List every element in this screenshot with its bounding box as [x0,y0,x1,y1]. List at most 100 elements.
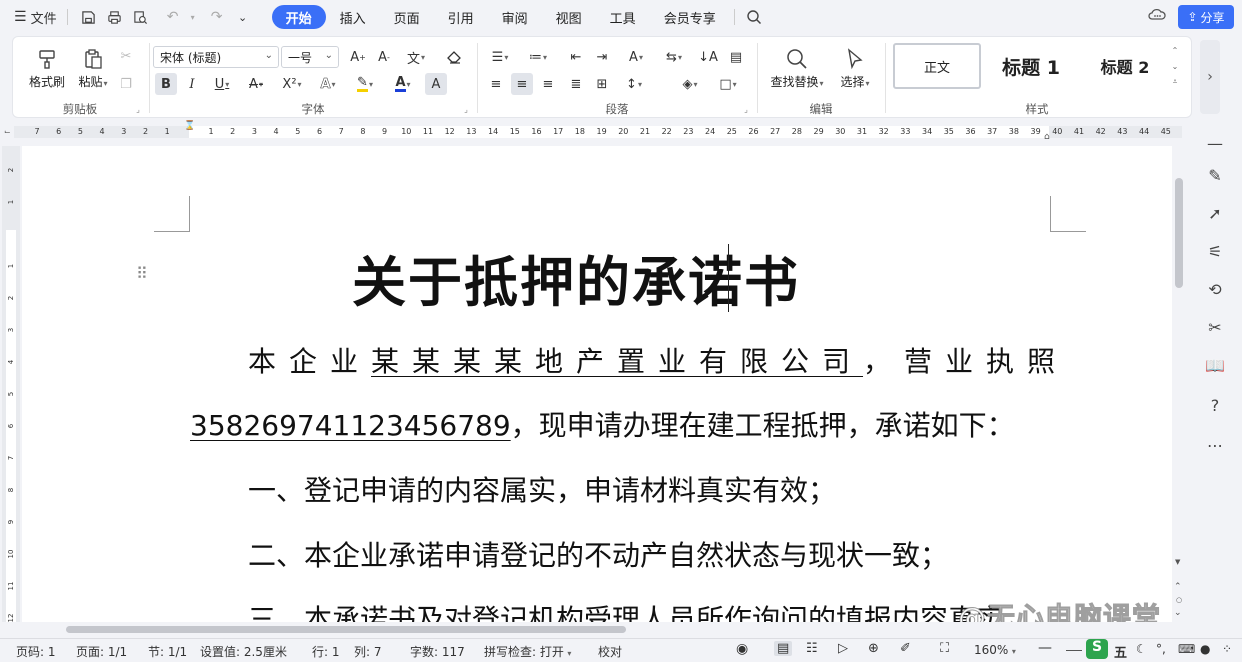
increase-indent-icon[interactable]: ⇥ [591,46,613,68]
next-page-icon[interactable]: ⌄ [1174,608,1182,618]
justify-icon[interactable]: ≣ [565,73,587,95]
edit-pen-icon[interactable]: ✐ [900,641,911,656]
status-proofread[interactable]: 校对 [598,643,622,660]
style-heading1[interactable]: 标题 1 [989,43,1073,89]
strikethrough-button[interactable]: A ▾ [241,73,271,95]
zoom-slider-track[interactable] [1066,650,1082,651]
status-setting[interactable]: 设置值: 2.5厘米 [200,643,287,660]
tab-view[interactable]: 视图 [542,5,596,29]
right-indent-marker-icon[interactable]: ⌂ [1044,132,1050,142]
print-preview-icon[interactable] [130,4,152,30]
tab-page[interactable]: 页面 [380,5,434,29]
chevron-down-icon[interactable]: ⌄ [1169,59,1181,73]
status-pages[interactable]: 页面: 1/1 [76,643,127,660]
ime-mode[interactable]: 五 [1114,642,1127,661]
align-left-icon[interactable]: ≡ [485,73,507,95]
document-area[interactable]: ⠿ 关于抵押的承诺书 本企业某某某某地产置业有限公司，营业执照 35826974… [22,146,1172,622]
borders-icon[interactable]: □ ▾ [713,73,743,95]
pointer-icon[interactable]: ➚ [1202,200,1228,226]
paragraph-1[interactable]: 本企业某某某某地产置业有限公司，营业执照 [248,340,1068,380]
moon-icon[interactable]: ☾ [1136,642,1147,656]
status-column[interactable]: 列: 7 [354,643,382,660]
eye-icon[interactable]: ◉ [736,641,748,657]
more-icon[interactable]: ⋯ [1202,432,1228,458]
dialog-launcher-icon[interactable]: ⌟ [461,103,471,115]
bullet-list-icon[interactable]: ☰ ▾ [485,46,515,68]
tab-tools[interactable]: 工具 [596,5,650,29]
save-icon[interactable] [78,4,100,30]
ribbon-scroll-right-icon[interactable]: › [1200,40,1220,114]
share-button[interactable]: ⇪ 分享 [1178,5,1234,29]
line-break-icon[interactable]: ⇆ ▾ [659,46,689,68]
status-spell-check[interactable]: 拼写检查: 打开 ▾ [484,643,571,660]
align-center-icon[interactable]: ≡ [511,73,533,95]
format-painter-button[interactable]: 格式刷 [25,45,69,90]
tab-member[interactable]: 会员专享 [650,5,730,29]
more-quick-access-icon[interactable]: ⌄ [232,4,254,30]
web-view-icon[interactable]: ⊕ [868,641,879,656]
styles-more-icon[interactable]: ⩡ [1169,75,1181,89]
style-normal[interactable]: 正文 [893,43,981,89]
list-item-2[interactable]: 二、本企业承诺申请登记的不动产自然状态与现状一致； [248,534,948,574]
keyboard-icon[interactable]: ⌨ [1178,642,1195,656]
document-page[interactable]: ⠿ 关于抵押的承诺书 本企业某某某某地产置业有限公司，营业执照 35826974… [22,146,1172,622]
vertical-ruler[interactable]: 2 1 1 2 3 4 5 6 7 8 9 10 11 12 [2,146,20,622]
bold-button[interactable]: B [155,73,177,95]
text-direction-icon[interactable]: A ▾ [621,46,651,68]
adjust-icon[interactable]: ⚟ [1202,238,1228,264]
find-replace-button[interactable]: 查找替换▾ [767,45,827,90]
shading-icon[interactable]: ◈ ▾ [675,73,705,95]
help-icon[interactable]: ? [1202,392,1228,418]
clear-format-icon[interactable] [443,46,465,68]
status-section[interactable]: 节: 1/1 [148,643,187,660]
indent-marker-icon[interactable]: ⌛ [184,122,195,131]
decrease-indent-icon[interactable]: ⇤ [565,46,587,68]
undo-icon[interactable]: ↶ [162,4,184,30]
ime-logo-icon[interactable]: S [1086,639,1108,659]
phonetic-guide-icon[interactable]: 文 ▾ [401,46,431,68]
chevron-up-icon[interactable]: ⌃ [1169,43,1181,57]
grid-icon[interactable]: ⁘ [1222,642,1232,656]
distributed-icon[interactable]: ⊞ [591,73,613,95]
status-word-count[interactable]: 字数: 117 [410,643,465,660]
tools-icon[interactable]: ✂ [1202,314,1228,340]
list-item-3[interactable]: 三、本承诺书及对登记机构受理人员所作询问的填报内容真实 [248,598,1004,622]
file-menu[interactable]: ☰ 文件 [14,4,57,30]
decrease-font-size-icon[interactable]: A- [373,46,395,68]
search-icon[interactable] [743,4,765,30]
browse-object-icon[interactable]: ○ [1176,596,1182,604]
play-icon[interactable]: ▷ [838,641,848,656]
horizontal-scrollbar[interactable] [22,622,1172,636]
numbered-list-icon[interactable]: ≔ ▾ [523,46,553,68]
line-spacing-icon[interactable]: ↕ ▾ [619,73,649,95]
font-name-select[interactable]: 宋体 (标题) ⌄ [153,46,279,68]
sort-icon[interactable]: ↓A [697,46,719,68]
zoom-level[interactable]: 160% ▾ [974,643,1016,657]
align-right-icon[interactable]: ≡ [537,73,559,95]
highlight-button[interactable]: ✎ ▾ [349,73,381,95]
fit-page-icon[interactable]: ⛶ [940,641,949,656]
font-size-select[interactable]: 一号 ⌄ [281,46,339,68]
character-shading-button[interactable]: A [425,73,447,95]
book-icon[interactable]: 📖 [1202,352,1228,378]
tab-reference[interactable]: 引用 [434,5,488,29]
vertical-scrollbar[interactable]: ▼ ⌃ ○ ⌄ [1172,146,1186,622]
dialog-launcher-icon[interactable]: ⌟ [133,103,143,115]
chevron-down-icon[interactable]: ▾ [188,4,198,30]
paste-button[interactable]: 粘贴▾ [71,45,115,90]
punctuation-icon[interactable]: °, [1156,642,1166,656]
table-borders-icon[interactable]: ▤ [725,46,747,68]
select-button[interactable]: 选择▾ [833,45,877,90]
horizontal-scroll-thumb[interactable] [66,626,626,633]
scroll-down-icon[interactable]: ▼ [1175,558,1180,566]
tab-stop-icon[interactable]: ⌙ [4,127,11,136]
zoom-out-icon[interactable]: — [1038,640,1052,656]
horizontal-ruler[interactable]: 7 6 5 4 3 2 1 1 2 3 4 5 6 7 8 9 10 11 12 13 14 15 16 17 18 19 20 21… [0,122,1186,142]
page-view-icon[interactable]: ▤ [774,641,793,656]
redo-icon[interactable]: ↷ [206,4,228,30]
italic-button[interactable]: I [181,73,203,95]
collapse-icon[interactable]: — [1202,130,1228,156]
prev-page-icon[interactable]: ⌃ [1174,582,1182,592]
vertical-scroll-thumb[interactable] [1175,178,1183,288]
dialog-launcher-icon[interactable]: ⌟ [741,103,751,115]
